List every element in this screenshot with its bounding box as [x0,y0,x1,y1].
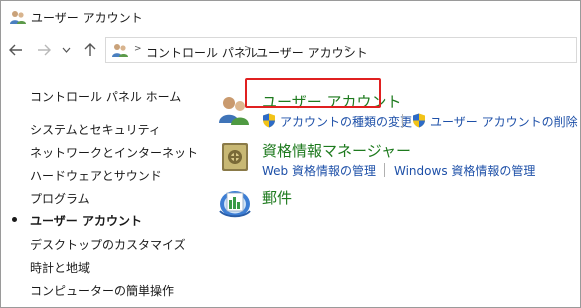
arrow-right-icon [38,44,51,56]
breadcrumb-control-panel[interactable]: コントロール パネル [146,44,258,61]
up-button[interactable] [81,40,99,60]
arrow-up-icon [84,43,96,56]
users-icon [10,11,26,24]
change-account-type-link[interactable]: アカウントの種類の変更 [280,113,412,130]
sidebar-item-system-security[interactable]: システムとセキュリティ [30,121,161,138]
category-title-mail[interactable]: 郵件 [262,187,292,208]
chevron-down-icon [62,47,70,53]
link-separator [402,114,403,128]
users-icon [112,44,128,57]
current-item-bullet-icon [12,217,17,222]
forward-button[interactable] [35,40,53,60]
mail-icon [219,191,251,218]
arrow-left-icon [9,44,22,56]
window-title: ユーザー アカウント [31,11,143,25]
breadcrumb-chevron-icon[interactable]: > [344,44,352,54]
manage-windows-credentials-link[interactable]: Windows 資格情報の管理 [394,162,535,179]
category-title-credential-manager[interactable]: 資格情報マネージャー [262,140,411,161]
sidebar-item-personalization[interactable]: デスクトップのカスタマイズ [30,236,186,253]
vault-icon [222,143,248,171]
sidebar-item-user-accounts[interactable]: ユーザー アカウント [30,212,142,229]
navigation-bar: > コントロール パネル > ユーザー アカウント > [1,36,580,64]
highlight-box [245,78,381,108]
address-bar[interactable]: > コントロール パネル > ユーザー アカウント > [105,37,577,63]
sidebar-item-programs[interactable]: プログラム [30,190,90,207]
recent-locations-button[interactable] [59,40,73,60]
sidebar-item-hardware-sound[interactable]: ハードウェアとサウンド [30,167,162,184]
uac-shield-icon [413,113,425,128]
sidebar-home-link[interactable]: コントロール パネル ホーム [30,88,181,105]
title-bar: ユーザー アカウント [1,1,580,31]
uac-shield-icon [263,113,275,128]
manage-web-credentials-link[interactable]: Web 資格情報の管理 [262,162,376,179]
remove-user-accounts-link[interactable]: ユーザー アカウントの削除 [430,113,578,130]
breadcrumb-chevron-icon[interactable]: > [134,44,142,54]
breadcrumb-chevron-icon[interactable]: > [244,44,252,54]
sidebar-item-clock-region[interactable]: 時計と地域 [30,259,90,276]
link-separator [384,163,385,177]
sidebar-item-ease-of-access[interactable]: コンピューターの簡単操作 [30,282,174,299]
sidebar-item-network[interactable]: ネットワークとインターネット [30,144,198,161]
back-button[interactable] [7,40,25,60]
